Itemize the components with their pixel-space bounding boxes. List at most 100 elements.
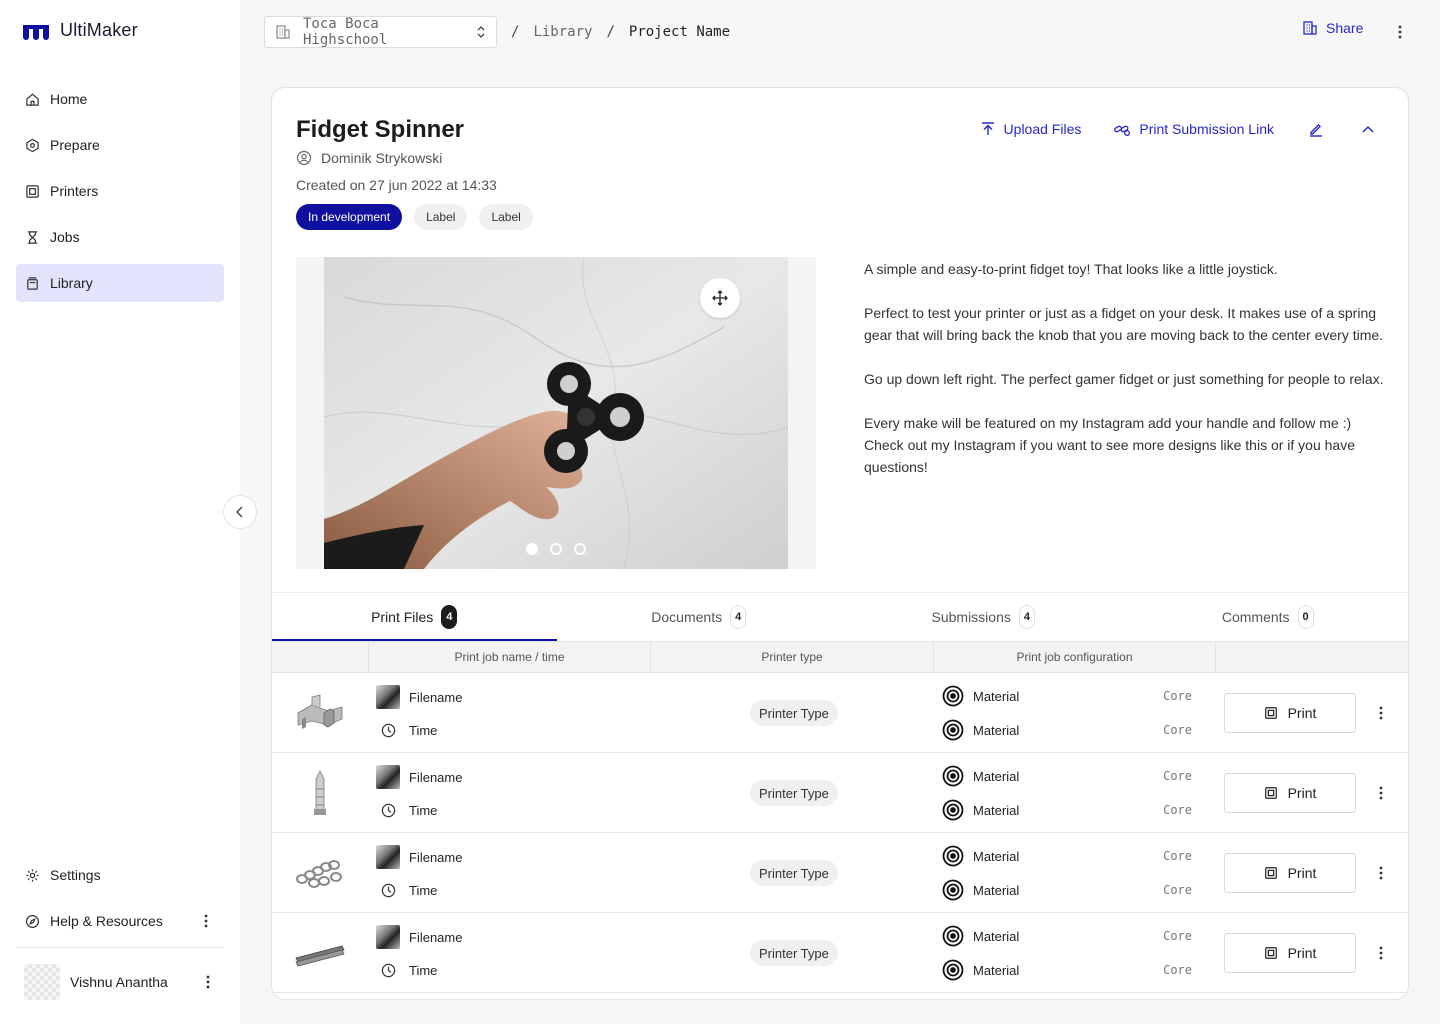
tab-documents[interactable]: Documents 4 bbox=[557, 593, 842, 641]
print-button[interactable]: Print bbox=[1224, 773, 1356, 813]
material-spool-icon bbox=[942, 925, 964, 947]
time-line: Time bbox=[376, 801, 437, 819]
edit-button[interactable] bbox=[1306, 119, 1326, 139]
tab-count-badge: 4 bbox=[441, 605, 458, 629]
description-paragraph: Perfect to test your printer or just as … bbox=[864, 305, 1384, 343]
print-time: Time bbox=[409, 802, 438, 818]
tab-submissions[interactable]: Submissions 4 bbox=[841, 593, 1126, 641]
chain-model-icon bbox=[294, 848, 346, 898]
breadcrumb-library[interactable]: Library bbox=[533, 24, 592, 40]
material-spool-icon bbox=[942, 845, 964, 867]
print-button[interactable]: Print bbox=[1224, 693, 1356, 733]
status-badge: In development bbox=[296, 204, 403, 230]
printer-icon bbox=[1264, 867, 1277, 879]
chevron-left-icon bbox=[236, 506, 243, 518]
gear-icon bbox=[24, 867, 40, 883]
page-more-icon[interactable] bbox=[1391, 23, 1409, 41]
reposition-button[interactable] bbox=[700, 278, 740, 318]
core-name: Core bbox=[1163, 963, 1192, 977]
file-thumbnail bbox=[376, 925, 400, 949]
time-line: Time bbox=[376, 961, 437, 979]
sidebar-divider bbox=[16, 947, 224, 948]
sidebar-item-label: Prepare bbox=[50, 137, 100, 153]
print-time: Time bbox=[409, 962, 438, 978]
sidebar-item-label: Home bbox=[50, 91, 88, 107]
material-name: Material bbox=[973, 848, 1020, 864]
printer-icon bbox=[1264, 787, 1277, 799]
upload-files-button[interactable]: Upload Files bbox=[980, 121, 1081, 137]
file-name-line: Filename bbox=[376, 685, 462, 709]
sidebar-item-jobs[interactable]: Jobs bbox=[16, 218, 224, 256]
help-more-icon[interactable] bbox=[198, 913, 214, 929]
material-spool-icon bbox=[942, 765, 964, 787]
card-actions: Upload Files Print Submission Link bbox=[948, 119, 1378, 139]
building-icon bbox=[276, 25, 290, 39]
image-carousel[interactable] bbox=[296, 257, 816, 569]
table-header: Print job name / time Printer type Print… bbox=[272, 641, 1408, 673]
description-paragraph: Every make will be featured on my Instag… bbox=[864, 415, 1356, 475]
link-icon bbox=[1114, 125, 1131, 136]
row-more-icon[interactable] bbox=[1372, 864, 1390, 882]
project-card: Fidget Spinner Dominik Strykowski Create… bbox=[271, 87, 1409, 1000]
tower-model-icon bbox=[294, 768, 346, 818]
tab-label: Submissions bbox=[931, 609, 1011, 625]
label-badge: Label bbox=[479, 204, 533, 230]
sidebar-item-label: Printers bbox=[50, 183, 99, 199]
table-row[interactable]: Filename Time Printer Type Material Core… bbox=[272, 913, 1408, 993]
clock-icon bbox=[376, 881, 400, 899]
file-thumbnail bbox=[376, 685, 400, 709]
collapse-card-button[interactable] bbox=[1358, 119, 1378, 139]
tab-bar: Print Files 4 Documents 4 Submissions 4 … bbox=[272, 592, 1409, 641]
file-thumbnail bbox=[376, 765, 400, 789]
material-line: Material Core bbox=[942, 845, 1192, 867]
page-title: Fidget Spinner bbox=[296, 116, 464, 143]
table-row[interactable]: Filename Time Printer Type Material Core… bbox=[272, 753, 1408, 833]
material-spool-icon bbox=[942, 799, 964, 821]
core-name: Core bbox=[1163, 929, 1192, 943]
collapse-sidebar-button[interactable] bbox=[223, 495, 257, 529]
user-more-icon[interactable] bbox=[200, 974, 216, 990]
logo[interactable]: UltiMaker bbox=[22, 20, 138, 41]
print-button[interactable]: Print bbox=[1224, 933, 1356, 973]
row-more-icon[interactable] bbox=[1372, 784, 1390, 802]
time-line: Time bbox=[376, 721, 437, 739]
material-name: Material bbox=[973, 962, 1020, 978]
file-name-line: Filename bbox=[376, 925, 462, 949]
sidebar-item-help[interactable]: Help & Resources bbox=[16, 902, 224, 940]
sidebar-item-home[interactable]: Home bbox=[16, 80, 224, 118]
row-more-icon[interactable] bbox=[1372, 944, 1390, 962]
core-name: Core bbox=[1163, 803, 1192, 817]
column-header-name: Print job name / time bbox=[369, 642, 651, 672]
compass-icon bbox=[24, 913, 40, 929]
tab-label: Comments bbox=[1221, 609, 1290, 625]
table-row[interactable]: Filename Time Printer Type Material Core… bbox=[272, 833, 1408, 913]
pencil-icon bbox=[1310, 124, 1322, 137]
carousel-dot[interactable] bbox=[574, 543, 586, 555]
table-row[interactable]: Filename Time Printer Type Material Core… bbox=[272, 673, 1408, 753]
avatar bbox=[24, 964, 60, 1000]
row-more-icon[interactable] bbox=[1372, 704, 1390, 722]
sidebar-item-prepare[interactable]: Prepare bbox=[16, 126, 224, 164]
carousel-dot[interactable] bbox=[550, 543, 562, 555]
carousel-dot[interactable] bbox=[526, 543, 538, 555]
org-select[interactable]: Toca Boca Highschool bbox=[264, 16, 497, 48]
sidebar-item-settings[interactable]: Settings bbox=[16, 856, 224, 894]
breadcrumb: Toca Boca Highschool / Library / Project… bbox=[264, 16, 730, 48]
print-submission-link-button[interactable]: Print Submission Link bbox=[1113, 121, 1274, 137]
tab-comments[interactable]: Comments 0 bbox=[1126, 593, 1409, 641]
user-menu[interactable]: Vishnu Anantha bbox=[24, 964, 224, 1000]
main-nav: Home Prepare Printers Jobs Library bbox=[16, 80, 224, 310]
print-label: Print bbox=[1287, 865, 1317, 881]
printer-type-chip: Printer Type bbox=[750, 780, 838, 806]
sidebar-item-label: Library bbox=[50, 275, 93, 291]
printer-type-chip: Printer Type bbox=[750, 700, 838, 726]
sidebar-item-library[interactable]: Library bbox=[16, 264, 224, 302]
user-name: Vishnu Anantha bbox=[70, 974, 168, 990]
ultimaker-logo-icon bbox=[23, 24, 49, 40]
sidebar-item-printers[interactable]: Printers bbox=[16, 172, 224, 210]
tab-print-files[interactable]: Print Files 4 bbox=[272, 593, 557, 641]
printer-icon bbox=[24, 183, 40, 199]
core-name: Core bbox=[1163, 769, 1192, 783]
share-button[interactable]: Share bbox=[1302, 20, 1363, 36]
print-button[interactable]: Print bbox=[1224, 853, 1356, 893]
